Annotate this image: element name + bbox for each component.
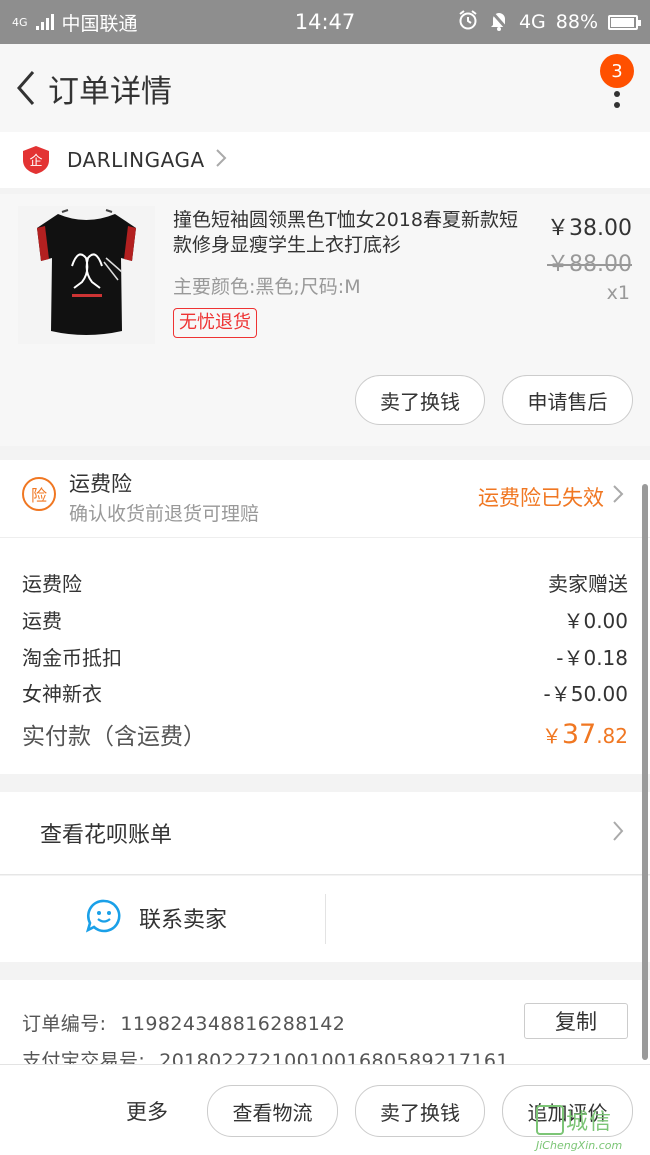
alipay-number: 2018022721001001680589217161 — [159, 1050, 509, 1064]
contact-seller-button[interactable]: 联系卖家 — [85, 898, 228, 938]
nav-bar: 订单详情 3 — [0, 44, 650, 132]
sell-for-cash-button[interactable]: 卖了换钱 — [355, 375, 485, 425]
contact-section: 联系卖家 — [0, 876, 650, 962]
view-logistics-button[interactable]: 查看物流 — [207, 1085, 338, 1137]
total-currency: ￥ — [541, 723, 562, 748]
notification-badge: 3 — [600, 54, 634, 88]
fee-value: -￥50.00 — [543, 681, 628, 706]
order-number: 119824348816288142 — [120, 1013, 346, 1035]
insurance-status: 运费险已失效 — [478, 486, 604, 510]
contact-seller-label: 联系卖家 — [139, 908, 228, 933]
divider — [325, 894, 326, 944]
product-sku: 主要颜色:黑色;尺码:M — [173, 276, 361, 298]
more-button[interactable]: 更多 — [126, 1096, 168, 1126]
shop-row[interactable]: 企 DARLINGAGA — [0, 132, 650, 188]
product-title[interactable]: 撞色短袖圆领黑色T恤女2018春夏新款短款修身显瘦学生上衣打底衫 — [173, 208, 523, 258]
huabei-label: 查看花呗账单 — [40, 823, 173, 848]
total-amount: ￥37.82 — [542, 719, 628, 750]
fee-label: 淘金币抵扣 — [22, 645, 122, 670]
copy-button[interactable]: 复制 — [524, 1003, 628, 1039]
fee-summary: 运费险 卖家赠送 运费 ￥0.00 淘金币抵扣 -￥0.18 女神新衣 -￥50… — [0, 538, 650, 774]
fee-value: -￥0.18 — [556, 645, 628, 670]
insurance-desc: 确认收货前退货可理赔 — [69, 503, 260, 525]
watermark-en: JiChengXin.com — [536, 1139, 623, 1152]
back-icon[interactable] — [4, 44, 48, 132]
bell-mute-icon — [489, 9, 509, 36]
chat-bubble-smile-icon — [85, 898, 122, 938]
fee-row: 运费险 卖家赠送 — [22, 564, 628, 600]
watermark-cn: 城信 — [566, 1110, 613, 1135]
product-price: ￥38.00 — [547, 216, 632, 241]
page-title: 订单详情 — [48, 73, 172, 110]
signal-icon — [35, 14, 54, 30]
fee-value: ￥0.00 — [563, 608, 628, 633]
shop-name: DARLINGAGA — [67, 148, 205, 172]
huabei-bill-row[interactable]: 查看花呗账单 — [0, 792, 650, 875]
product-image[interactable] — [18, 206, 155, 344]
status-bar: 4G 中国联通 14:47 4G 88% — [0, 0, 650, 44]
fee-row: 淘金币抵扣 -￥0.18 — [22, 638, 628, 674]
insurance-circle-icon: 险 — [22, 477, 56, 511]
svg-text:企: 企 — [29, 153, 42, 169]
total-integer: 37 — [561, 718, 597, 750]
order-info: 订单编号: 119824348816288142 复制 支付宝交易号: 201802… — [0, 980, 650, 1064]
product-card[interactable]: 撞色短袖圆领黑色T恤女2018春夏新款短款修身显瘦学生上衣打底衫 主要颜色:黑色… — [0, 194, 650, 446]
watermark-logo-icon — [536, 1105, 564, 1135]
battery-icon — [608, 14, 641, 30]
scrollbar[interactable] — [642, 484, 648, 1060]
sell-for-cash-button[interactable]: 卖了换钱 — [355, 1085, 485, 1137]
fee-label: 运费 — [22, 608, 62, 633]
carrier-name: 中国联通 — [61, 12, 138, 35]
shipping-insurance-row[interactable]: 险 运费险 确认收货前退货可理赔 运费险已失效 — [0, 460, 650, 538]
total-label: 实付款（含运费） — [22, 724, 206, 750]
alarm-icon — [457, 9, 479, 36]
fee-row: 女神新衣 -￥50.00 — [22, 674, 628, 710]
insurance-title: 运费险 — [69, 472, 132, 496]
alipay-number-row: 支付宝交易号: 2018022721001001680589217161 — [22, 1046, 509, 1064]
network-label: 4G — [12, 15, 28, 29]
product-quantity: x1 — [606, 282, 630, 304]
order-number-label: 订单编号: — [22, 1013, 107, 1035]
total-row: 实付款（含运费） ￥37.82 — [22, 714, 628, 754]
after-sale-button[interactable]: 申请售后 — [502, 375, 633, 425]
total-decimal: .82 — [596, 723, 628, 748]
shop-shield-icon: 企 — [22, 145, 50, 175]
fee-label: 女神新衣 — [22, 681, 102, 706]
return-tag: 无忧退货 — [173, 308, 257, 338]
battery-percent: 88% — [555, 11, 598, 33]
chevron-right-icon — [612, 484, 624, 508]
original-price: ￥88.00 — [547, 252, 632, 277]
watermark: 城信 JiChengXin.com — [532, 1103, 650, 1155]
alipay-number-label: 支付宝交易号: — [22, 1050, 146, 1064]
order-number-row: 订单编号: 119824348816288142 — [22, 1009, 345, 1036]
chevron-right-icon — [612, 820, 624, 846]
fee-value: 卖家赠送 — [548, 571, 628, 596]
fee-row: 运费 ￥0.00 — [22, 601, 628, 637]
chevron-right-icon — [215, 148, 227, 172]
fee-label: 运费险 — [22, 571, 82, 596]
network-type: 4G — [518, 11, 546, 33]
